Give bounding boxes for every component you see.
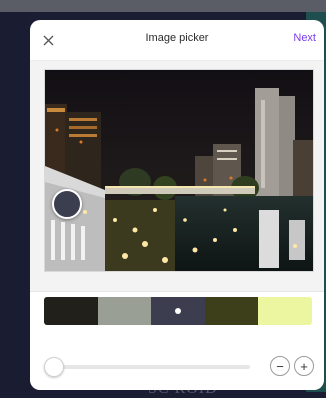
background-left-panel [0,12,30,392]
image-picker-modal: Image picker Next − + [30,20,324,390]
zoom-slider-thumb[interactable] [44,357,64,377]
background-topbar [0,0,326,12]
color-swatch[interactable] [258,297,312,325]
zoom-in-button[interactable]: + [294,356,314,376]
selected-indicator-dot [174,308,181,314]
color-swatch[interactable] [151,297,205,325]
color-swatch[interactable] [204,297,259,325]
color-picker-handle[interactable] [52,189,82,219]
next-button[interactable]: Next [293,32,316,44]
photo-canvas[interactable] [44,69,314,272]
color-swatch[interactable] [44,297,98,325]
image-area [30,61,324,292]
night-city-photo [45,70,313,271]
zoom-out-button[interactable]: − [270,356,290,376]
color-palette [44,297,312,325]
color-swatch[interactable] [97,297,152,325]
zoom-slider-track[interactable] [54,365,250,369]
modal-header: Image picker Next [30,20,324,61]
modal-title: Image picker [145,32,209,44]
